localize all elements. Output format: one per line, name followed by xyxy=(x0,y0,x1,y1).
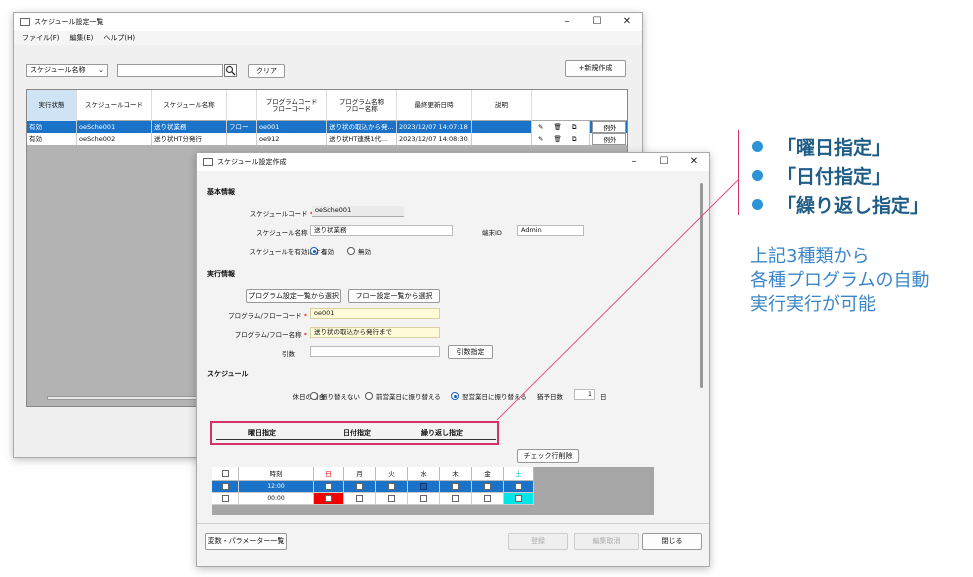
annotation-line: 上記3種類から xyxy=(750,246,870,267)
annotation-bullet-text: 「繰り返し指定」 xyxy=(777,195,930,217)
annotation-line: 実行実行が可能 xyxy=(750,294,876,315)
bullet-dot-icon xyxy=(752,199,763,210)
bullet-dot-icon xyxy=(752,141,763,152)
annotation-bullet: 「曜日指定」 xyxy=(752,133,891,160)
annotation-text: 上記3種類から 各種プログラムの自動 実行実行が可能 xyxy=(750,245,929,317)
annotation-bullet: 「日付指定」 xyxy=(752,162,891,189)
annotation-bullet-text: 「曜日指定」 xyxy=(777,137,892,159)
annotation-bullet-text: 「日付指定」 xyxy=(777,166,892,188)
annotation-bullet: 「繰り返し指定」 xyxy=(752,191,929,218)
annotation-line: 各種プログラムの自動 xyxy=(750,270,930,291)
bullet-dot-icon xyxy=(752,170,763,181)
